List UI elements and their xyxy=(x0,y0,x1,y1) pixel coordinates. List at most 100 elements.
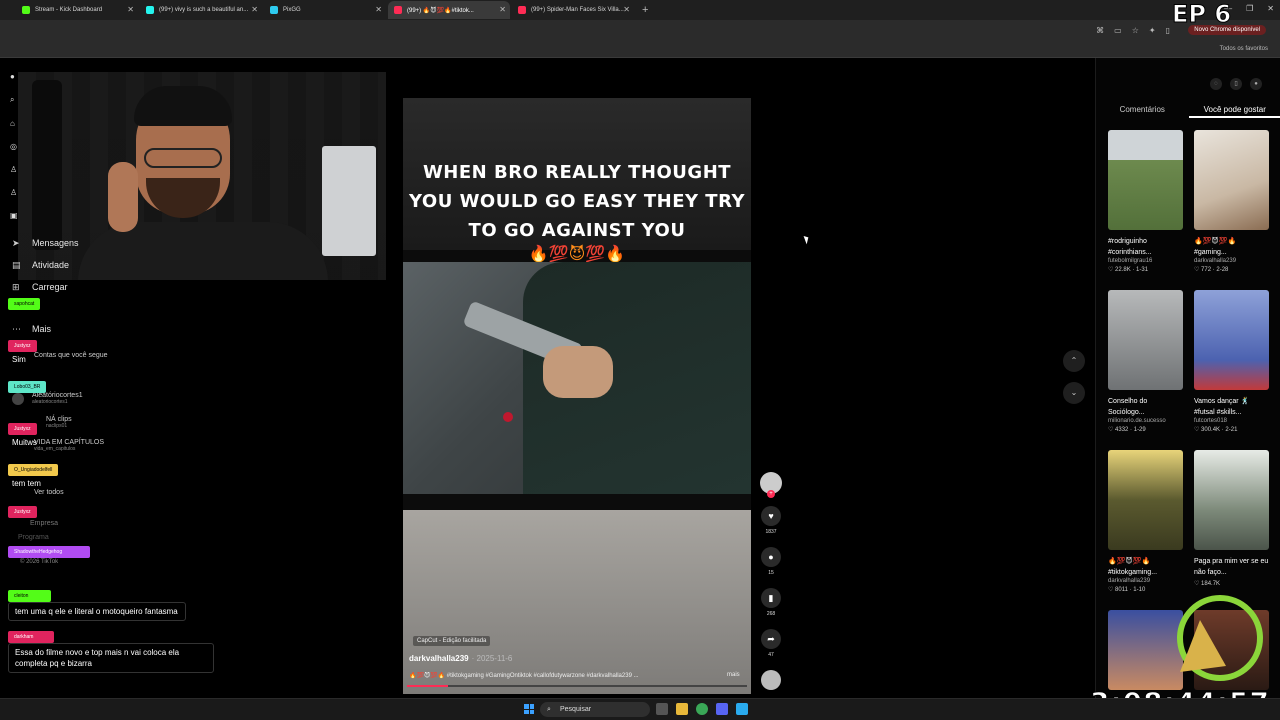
all-bookmarks-link[interactable]: Todos os favoritos xyxy=(1220,46,1268,52)
footer-link[interactable]: Empresa xyxy=(30,520,58,527)
chat-message: Justyxz Muitws xyxy=(8,417,43,450)
extensions-icon[interactable]: ✦ xyxy=(1149,26,1156,35)
caption-line: YOU WOULD GO EASY THEY TRY xyxy=(409,191,745,212)
card-author: futebolmilgrau16 xyxy=(1108,258,1153,264)
chrome-icon[interactable] xyxy=(696,703,708,715)
telegram-icon[interactable] xyxy=(736,703,748,715)
author-name: darkvalhalla239 xyxy=(409,654,469,663)
feed-navigation: ⌃ ⌄ xyxy=(1063,350,1085,414)
tab-title: (99+) vivy is such a beautiful an... xyxy=(159,7,249,13)
music-disc-icon[interactable] xyxy=(761,670,781,690)
windows-start-icon[interactable] xyxy=(524,704,534,714)
chat-message: Justyxz xyxy=(8,500,37,518)
close-icon[interactable]: ✕ xyxy=(251,5,258,14)
share-icon[interactable]: ➦ xyxy=(761,629,781,649)
recommendation-card[interactable]: 🔥💯😈💯🔥 #gaming... darkvalhalla239 ♡ 772 ·… xyxy=(1194,130,1269,273)
card-stats: ♡ 22.8K · 1-31 xyxy=(1108,267,1149,273)
video-author[interactable]: darkvalhalla239 · 2025-11-6 xyxy=(409,654,512,663)
chat-username: sapohcat xyxy=(8,298,41,310)
account-handle: vida_em_capitulos xyxy=(34,446,76,452)
close-window-icon[interactable]: ✕ xyxy=(1267,4,1274,13)
compass-icon[interactable]: ◌ xyxy=(1210,78,1222,90)
video-caption: WHEN BRO REALLY THOUGHT YOU WOULD GO EAS… xyxy=(403,158,751,245)
recommendation-card[interactable]: 🔥💯😈💯🔥 #tiktokgaming... darkvalhalla239 ♡… xyxy=(1108,450,1183,593)
video-thumbnail xyxy=(1108,130,1183,230)
recommendation-card[interactable]: Paga pra mim ver se eu não faço... ♡ 184… xyxy=(1194,450,1269,587)
close-icon[interactable]: ✕ xyxy=(127,5,134,14)
share-action[interactable]: ➦ 47 xyxy=(759,629,783,658)
author-avatar[interactable]: + xyxy=(760,472,782,498)
plus-icon: ⊞ xyxy=(12,281,20,292)
tiktok-favicon-icon xyxy=(394,6,402,14)
translate-icon[interactable]: ⌘ xyxy=(1096,26,1104,35)
maximize-icon[interactable]: ❐ xyxy=(1246,4,1253,13)
browser-tab[interactable]: (99+) vivy is such a beautiful an... ✕ xyxy=(140,1,262,19)
card-title: Conselho do Sociólogo... xyxy=(1108,398,1148,416)
pixgg-favicon-icon xyxy=(270,6,278,14)
profile-avatar[interactable]: ● xyxy=(1250,78,1262,90)
music-action[interactable] xyxy=(759,670,783,690)
card-title: 🔥💯😈💯🔥 #tiktokgaming... xyxy=(1108,558,1158,576)
chat-text: tem tem xyxy=(12,479,41,488)
following-account[interactable]: VIDA EM CAPÍTULOS vida_em_capitulos xyxy=(34,439,104,452)
streamer-glasses xyxy=(144,148,222,168)
close-icon[interactable]: ✕ xyxy=(375,5,382,14)
inbox-icon: ▤ xyxy=(12,259,21,270)
comment-count: 15 xyxy=(768,570,774,576)
tab-you-may-like[interactable]: Você pode gostar xyxy=(1188,102,1280,118)
sidebar-item-activity[interactable]: ▤ Atividade xyxy=(12,254,79,276)
follow-plus-icon[interactable]: + xyxy=(767,490,775,498)
tiktok-favicon-icon xyxy=(146,6,154,14)
file-explorer-icon[interactable] xyxy=(676,703,688,715)
save-action[interactable]: ▮ 268 xyxy=(759,588,783,617)
new-tab-icon[interactable]: + xyxy=(642,4,648,16)
taskbar-apps xyxy=(656,703,748,715)
video-player[interactable]: WHEN BRO REALLY THOUGHT YOU WOULD GO EAS… xyxy=(403,98,751,694)
send-icon: ➤ xyxy=(12,237,20,248)
close-icon[interactable]: ✕ xyxy=(499,5,506,14)
taskbar-search[interactable]: ⌕ Pesquisar xyxy=(540,702,650,717)
chevron-up-icon[interactable]: ⌃ xyxy=(1063,350,1085,372)
following-account[interactable]: NÁ clips naclips01 xyxy=(46,416,72,429)
task-view-icon[interactable] xyxy=(656,703,668,715)
recommendation-card[interactable]: #rodriguinho #corinthians... futebolmilg… xyxy=(1108,130,1183,273)
screen: Stream - Kick Dashboard ✕ (99+) vivy is … xyxy=(0,0,1280,720)
tab-title: (99+) Spider-Man Faces Six Villa... xyxy=(531,7,624,13)
recommendation-card[interactable]: Conselho do Sociólogo... milionario.de.s… xyxy=(1108,290,1183,433)
webcam-monitor xyxy=(322,146,376,256)
bookmark-star-icon[interactable]: ☆ xyxy=(1132,26,1139,35)
chat-message: cleiton tem uma q ele e literal o motoqu… xyxy=(8,584,186,621)
search-label: Pesquisar xyxy=(560,706,592,713)
comment-icon[interactable]: ● xyxy=(761,547,781,567)
sidepanel-icon[interactable]: ▯ xyxy=(1166,26,1170,35)
chat-username: Justyxz xyxy=(8,340,37,352)
video-progress-bar[interactable] xyxy=(407,685,747,687)
panel-top-icons: ◌ ▯ ● xyxy=(1210,78,1262,90)
close-icon[interactable]: ✕ xyxy=(623,5,630,14)
card-stats: ♡ 300.4K · 2-21 xyxy=(1194,427,1238,433)
comment-action[interactable]: ● 15 xyxy=(759,547,783,576)
window-controls: — ❐ ✕ xyxy=(1224,4,1274,13)
browser-tab-active[interactable]: (99+) 🔥😈💯🔥#tiktok... ✕ xyxy=(388,1,510,19)
video-thumbnail xyxy=(1194,130,1269,230)
card-title: #rodriguinho #corinthians... xyxy=(1108,238,1152,256)
following-account[interactable]: Aleatóriocortes1 aleatoriocortes1 xyxy=(12,392,83,405)
sidebar-item-messages[interactable]: ➤ Mensagens xyxy=(12,232,79,254)
discord-icon[interactable] xyxy=(716,703,728,715)
cast-icon[interactable]: ▭ xyxy=(1114,26,1122,35)
like-action[interactable]: ♥ 1837 xyxy=(759,506,783,535)
browser-tab[interactable]: PixGG ✕ xyxy=(264,1,386,19)
phone-icon[interactable]: ▯ xyxy=(1230,78,1242,90)
video-thumbnail xyxy=(1194,290,1269,390)
streamer-hand xyxy=(108,162,138,232)
video-frame xyxy=(403,262,751,494)
tab-comments[interactable]: Comentários xyxy=(1096,102,1189,118)
chevron-down-icon[interactable]: ⌄ xyxy=(1063,382,1085,404)
more-link[interactable]: mais xyxy=(727,672,740,678)
browser-tab[interactable]: (99+) Spider-Man Faces Six Villa... ✕ xyxy=(512,1,634,19)
recommendation-card[interactable]: Vamos dançar 🕺 #futsal #skills... futcor… xyxy=(1194,290,1269,433)
bookmark-icon[interactable]: ▮ xyxy=(761,588,781,608)
caption-emojis: 🔥💯😈💯🔥 xyxy=(528,246,626,263)
heart-icon[interactable]: ♥ xyxy=(761,506,781,526)
browser-tab[interactable]: Stream - Kick Dashboard ✕ xyxy=(16,1,138,19)
